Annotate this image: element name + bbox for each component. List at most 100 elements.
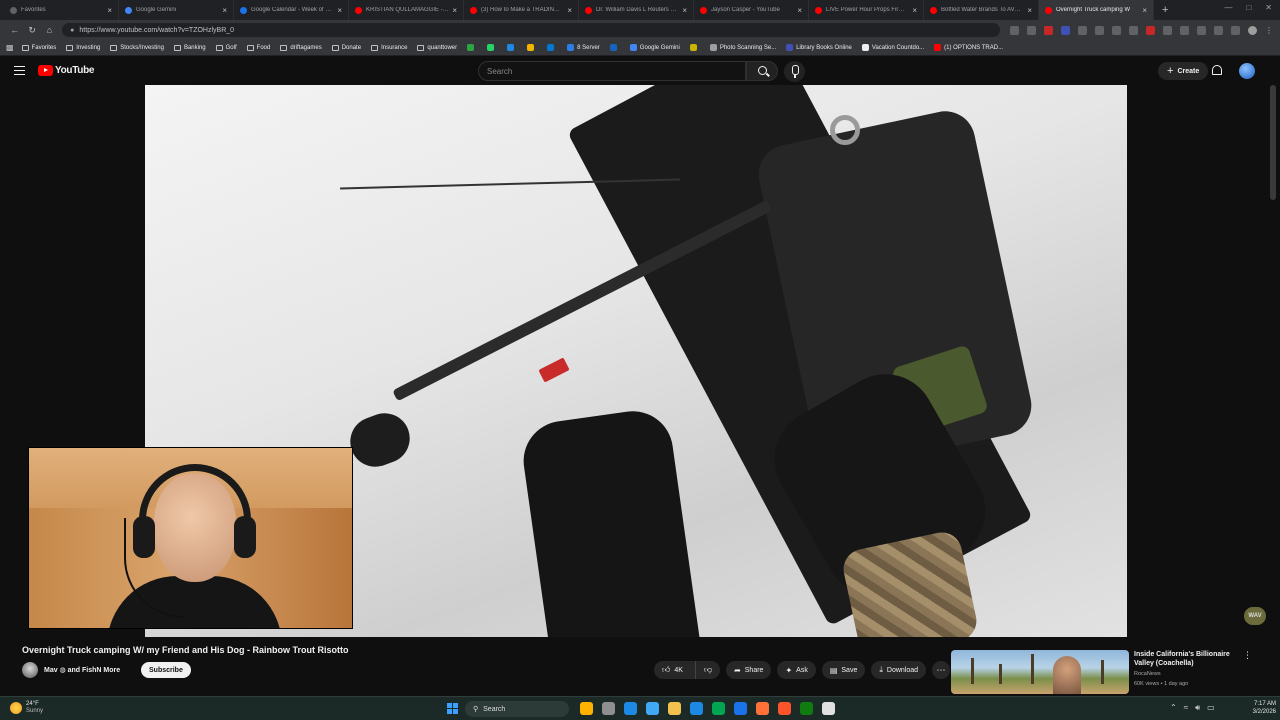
browser-tab[interactable]: Favorites × bbox=[4, 0, 119, 20]
bookmark-item[interactable]: driftagames bbox=[280, 44, 322, 51]
taskbar-app-icon[interactable] bbox=[800, 702, 813, 715]
weather-widget[interactable]: 24°F Sunny bbox=[10, 701, 43, 715]
browser-tab[interactable]: KRISTIAN QULLAMAGGIE - Mul × bbox=[349, 0, 464, 20]
bookmark-item[interactable] bbox=[467, 44, 477, 51]
bookmark-item[interactable]: Investing bbox=[66, 44, 100, 51]
extension-icon[interactable] bbox=[1145, 25, 1155, 35]
taskbar-app-icon[interactable] bbox=[690, 702, 703, 715]
close-tab-icon[interactable]: × bbox=[1142, 6, 1147, 15]
close-tab-icon[interactable]: × bbox=[337, 6, 342, 15]
sidebar-toggle-icon[interactable]: ▩ bbox=[6, 43, 14, 52]
taskbar-clock[interactable]: 7:17 AM 3/2/2026 bbox=[1244, 700, 1276, 716]
extension-icon[interactable] bbox=[1213, 25, 1223, 35]
refresh-icon[interactable]: ↻ bbox=[23, 25, 40, 36]
bookmark-item[interactable]: (1) OPTIONS TRAD... bbox=[934, 44, 1003, 51]
extension-icon[interactable] bbox=[1162, 25, 1172, 35]
bookmark-item[interactable]: Library Books Online bbox=[786, 44, 852, 51]
bookmark-item[interactable] bbox=[547, 44, 557, 51]
taskbar-app-icon[interactable] bbox=[668, 702, 681, 715]
battery-icon[interactable]: ▭ bbox=[1207, 703, 1215, 713]
download-button[interactable]: ⤓ Download bbox=[871, 661, 927, 679]
extension-icon[interactable] bbox=[1179, 25, 1189, 35]
browser-tab[interactable]: Bottled Water Brands To AVOID × bbox=[924, 0, 1039, 20]
dislike-button[interactable]: 👎︎ bbox=[694, 661, 720, 679]
windows-start-icon[interactable] bbox=[447, 703, 458, 714]
close-tab-icon[interactable]: × bbox=[682, 6, 687, 15]
bookmark-item[interactable] bbox=[527, 44, 537, 51]
browser-tab[interactable]: Google Gemini × bbox=[119, 0, 234, 20]
close-window-icon[interactable]: ✕ bbox=[1265, 3, 1272, 12]
reader-icon[interactable] bbox=[1009, 25, 1019, 35]
taskbar-app-icon[interactable] bbox=[712, 702, 725, 715]
recommended-video-thumbnail[interactable] bbox=[951, 650, 1129, 694]
subscribe-button[interactable]: Subscribe bbox=[141, 662, 191, 678]
bookmark-item[interactable]: Food bbox=[246, 44, 270, 51]
more-actions-icon[interactable]: ⋯ bbox=[932, 661, 951, 679]
extension-icon[interactable] bbox=[1060, 25, 1070, 35]
taskbar-app-icon[interactable] bbox=[756, 702, 769, 715]
bookmark-item[interactable]: Stocks/Investing bbox=[110, 44, 164, 51]
taskbar-app-icon[interactable] bbox=[602, 702, 615, 715]
floating-badge[interactable]: WAV bbox=[1244, 607, 1266, 625]
browser-tab[interactable]: (3) How to Make a TRADING Pl × bbox=[464, 0, 579, 20]
volume-icon[interactable]: 🔊︎ bbox=[1195, 703, 1200, 713]
home-icon[interactable]: ⌂ bbox=[41, 25, 58, 35]
bookmark-item[interactable]: Insurance bbox=[371, 44, 407, 51]
minimize-icon[interactable]: — bbox=[1224, 3, 1232, 12]
save-button[interactable]: ▤ Save bbox=[821, 661, 866, 679]
extension-icon[interactable] bbox=[1043, 25, 1053, 35]
bookmark-item[interactable]: Donate bbox=[331, 44, 361, 51]
create-button[interactable]: + Create bbox=[1158, 62, 1209, 80]
bookmark-item[interactable]: Photo Scanning Se... bbox=[709, 44, 776, 51]
bookmark-item[interactable] bbox=[507, 44, 517, 51]
browser-tab[interactable]: LIVE Power Hour Props Firm Tra × bbox=[809, 0, 924, 20]
close-tab-icon[interactable]: × bbox=[452, 6, 457, 15]
bookmark-item[interactable] bbox=[609, 44, 620, 51]
profile-icon[interactable] bbox=[1247, 25, 1257, 35]
extension-icon[interactable] bbox=[1077, 25, 1087, 35]
bookmark-item[interactable] bbox=[689, 44, 700, 51]
close-tab-icon[interactable]: × bbox=[107, 6, 112, 15]
voice-search-icon[interactable] bbox=[784, 61, 805, 82]
taskbar-app-icon[interactable] bbox=[646, 702, 659, 715]
bookmark-item[interactable] bbox=[487, 44, 497, 51]
bookmark-item[interactable]: Favorites bbox=[21, 44, 56, 51]
url-input[interactable]: ● https://www.youtube.com/watch?v=TZOHzl… bbox=[62, 23, 1000, 37]
channel-name[interactable]: Mav ◍ and FishN More bbox=[44, 666, 120, 674]
extension-icon[interactable] bbox=[1230, 25, 1240, 35]
taskbar-app-icon[interactable] bbox=[822, 702, 835, 715]
extension-icon[interactable] bbox=[1196, 25, 1206, 35]
browser-tab[interactable]: Overnight Truck camping W × bbox=[1039, 0, 1154, 20]
chevron-up-icon[interactable]: ⌃ bbox=[1170, 703, 1177, 713]
maximize-icon[interactable]: □ bbox=[1246, 3, 1251, 12]
taskbar-app-icon[interactable] bbox=[778, 702, 791, 715]
network-icon[interactable]: ≈ bbox=[1184, 703, 1188, 713]
share-button[interactable]: ➦ Share bbox=[726, 661, 772, 679]
taskbar-search[interactable]: ⚲ Search bbox=[465, 701, 569, 717]
page-scrollbar[interactable] bbox=[1270, 85, 1276, 200]
bookmark-item[interactable]: Golf bbox=[215, 44, 237, 51]
menu-icon[interactable]: ⋮ bbox=[1265, 26, 1274, 35]
bookmark-item[interactable]: Google Gemini bbox=[629, 44, 680, 51]
channel-avatar[interactable] bbox=[22, 662, 38, 678]
search-input[interactable]: Search bbox=[478, 61, 746, 81]
close-tab-icon[interactable]: × bbox=[797, 6, 802, 15]
hamburger-menu-icon[interactable] bbox=[14, 66, 25, 75]
close-tab-icon[interactable]: × bbox=[1027, 6, 1032, 15]
bookmark-item[interactable]: Vacation Countdo... bbox=[861, 44, 924, 51]
extension-icon[interactable] bbox=[1128, 25, 1138, 35]
like-button[interactable]: 👍︎ 4K bbox=[654, 661, 691, 679]
recommended-video-title[interactable]: Inside California's Billionaire Valley (… bbox=[1134, 650, 1244, 668]
account-avatar[interactable] bbox=[1239, 63, 1255, 79]
notifications-bell-icon[interactable] bbox=[1212, 65, 1222, 75]
close-tab-icon[interactable]: × bbox=[912, 6, 917, 15]
back-icon[interactable]: ← bbox=[6, 25, 23, 35]
bookmark-item[interactable]: Banking bbox=[173, 44, 206, 51]
close-tab-icon[interactable]: × bbox=[567, 6, 572, 15]
bookmark-item[interactable]: 8 Server bbox=[567, 44, 600, 51]
browser-tab[interactable]: Jayson Casper - YouTube × bbox=[694, 0, 809, 20]
recommended-video-menu-icon[interactable]: ⋮ bbox=[1243, 650, 1252, 661]
taskbar-app-icon[interactable] bbox=[624, 702, 637, 715]
search-button[interactable] bbox=[746, 61, 778, 81]
browser-tab[interactable]: Dr. William Davis L Reuters You × bbox=[579, 0, 694, 20]
